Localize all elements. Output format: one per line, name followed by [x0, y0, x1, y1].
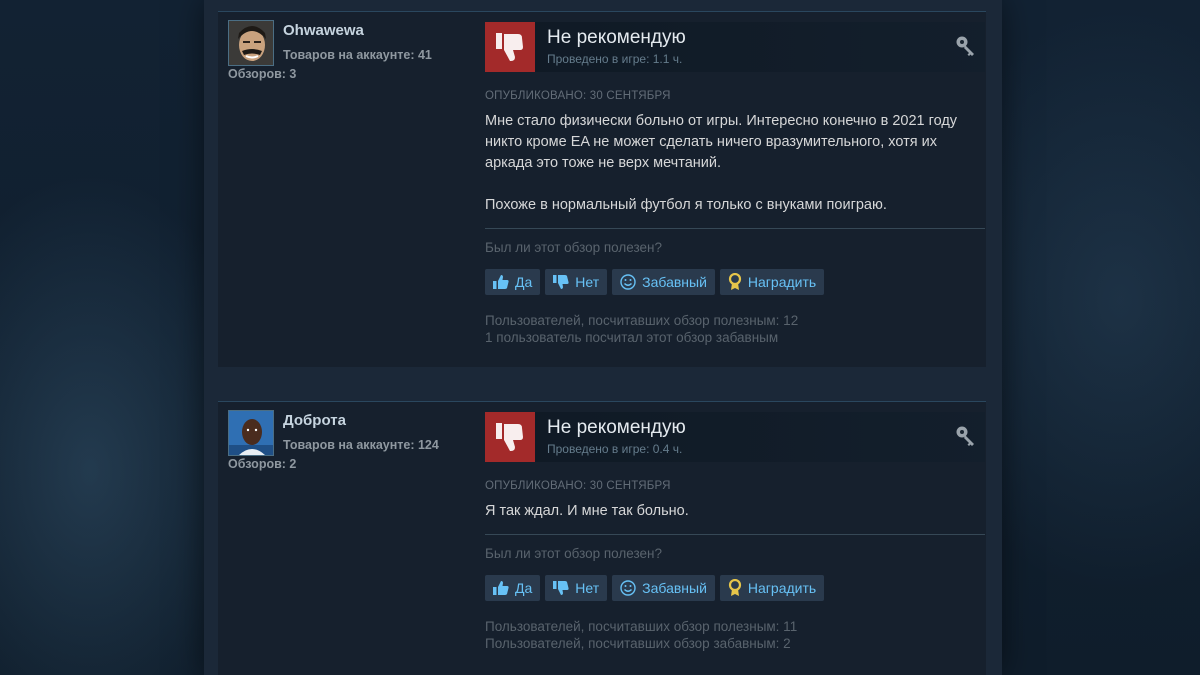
- rating-buttons: Да Нет Забавный Наградить: [485, 575, 985, 601]
- review-verdict: Не рекомендую: [547, 417, 686, 438]
- helpful-question: Был ли этот обзор полезен?: [485, 240, 662, 255]
- vote-funny-label: Забавный: [642, 274, 707, 290]
- vote-no-button[interactable]: Нет: [545, 269, 608, 295]
- divider: [485, 534, 985, 535]
- thumbs-down-icon: [553, 274, 569, 290]
- author-avatar[interactable]: [228, 20, 274, 66]
- vote-no-label: Нет: [575, 580, 600, 596]
- award-icon: [728, 273, 742, 291]
- thumbs-up-icon: [493, 274, 509, 290]
- vote-yes-button[interactable]: Да: [485, 269, 541, 295]
- author-avatar[interactable]: [228, 410, 274, 456]
- key-icon: [955, 425, 977, 452]
- products-owned[interactable]: Товаров на аккаунте: 41: [283, 48, 432, 62]
- vote-header[interactable]: Не рекомендую Проведено в игре: 0.4 ч.: [485, 412, 985, 462]
- award-button[interactable]: Наградить: [719, 575, 825, 601]
- thumbs-down-icon: [485, 22, 535, 72]
- review-stats: Пользователей, посчитавших обзор полезны…: [485, 618, 985, 652]
- posted-date: ОПУБЛИКОВАНО: 30 СЕНТЯБРЯ: [485, 90, 671, 102]
- review-body: Не рекомендую Проведено в игре: 0.4 ч. О…: [485, 412, 985, 652]
- funny-count: Пользователей, посчитавших обзор забавны…: [485, 636, 791, 651]
- hours-played: Проведено в игре: 1.1 ч.: [547, 52, 683, 66]
- reviews-count[interactable]: Обзоров: 2: [228, 457, 296, 471]
- thumbs-up-icon: [493, 580, 509, 596]
- review-text: Мне стало физически больно от игры. Инте…: [485, 113, 958, 213]
- award-label: Наградить: [747, 274, 817, 290]
- vote-header[interactable]: Не рекомендую Проведено в игре: 1.1 ч.: [485, 22, 985, 72]
- review-verdict: Не рекомендую: [547, 27, 686, 48]
- vote-yes-button[interactable]: Да: [485, 575, 541, 601]
- review-stats: Пользователей, посчитавших обзор полезны…: [485, 312, 985, 346]
- award-button[interactable]: Наградить: [719, 269, 825, 295]
- thumbs-down-icon: [485, 412, 535, 462]
- reviews-count[interactable]: Обзоров: 3: [228, 67, 296, 81]
- hours-played: Проведено в игре: 0.4 ч.: [547, 442, 683, 456]
- rating-buttons: Да Нет Забавный Наградить: [485, 269, 985, 295]
- author-name[interactable]: Ohwawewa: [283, 22, 364, 39]
- review-body: Не рекомендую Проведено в игре: 1.1 ч. О…: [485, 22, 985, 346]
- award-label: Наградить: [747, 580, 817, 596]
- smile-icon: [620, 274, 636, 290]
- vote-yes-label: Да: [515, 274, 533, 290]
- review-card: Ohwawewa Товаров на аккаунте: 41 Обзоров…: [218, 11, 986, 367]
- vote-funny-button[interactable]: Забавный: [612, 575, 715, 601]
- vote-no-button[interactable]: Нет: [545, 575, 608, 601]
- products-owned[interactable]: Товаров на аккаунте: 124: [283, 438, 439, 452]
- smile-icon: [620, 580, 636, 596]
- posted-date: ОПУБЛИКОВАНО: 30 СЕНТЯБРЯ: [485, 480, 671, 492]
- helpful-count: Пользователей, посчитавших обзор полезны…: [485, 619, 798, 634]
- vote-funny-button[interactable]: Забавный: [612, 269, 715, 295]
- review-text: Я так ждал. И мне так больно.: [485, 503, 689, 519]
- helpful-count: Пользователей, посчитавших обзор полезны…: [485, 313, 799, 328]
- key-icon: [955, 35, 977, 62]
- review-card: Доброта Товаров на аккаунте: 124 Обзоров…: [218, 401, 986, 675]
- divider: [485, 228, 985, 229]
- author-name[interactable]: Доброта: [283, 412, 346, 429]
- vote-yes-label: Да: [515, 580, 533, 596]
- helpful-question: Был ли этот обзор полезен?: [485, 546, 662, 561]
- thumbs-down-icon: [553, 580, 569, 596]
- funny-count: 1 пользователь посчитал этот обзор забав…: [485, 330, 779, 345]
- award-icon: [728, 579, 742, 597]
- vote-funny-label: Забавный: [642, 580, 707, 596]
- vote-no-label: Нет: [575, 274, 600, 290]
